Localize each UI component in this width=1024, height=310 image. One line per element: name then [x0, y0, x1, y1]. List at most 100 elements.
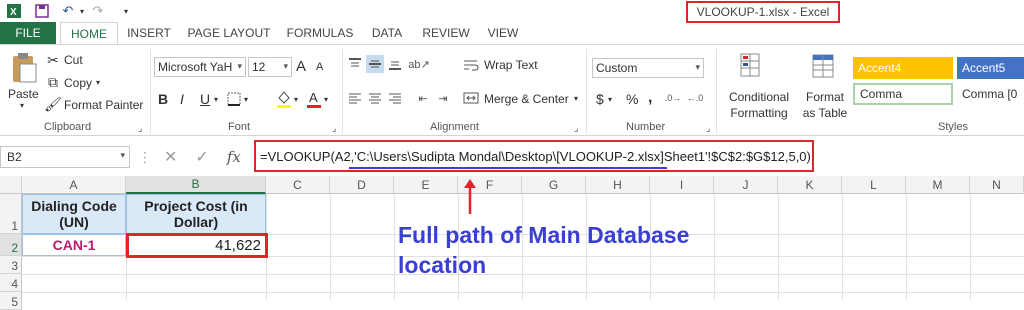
- merge-dropdown-icon[interactable]: ▾: [574, 94, 578, 103]
- wrap-text-button[interactable]: Wrap Text: [484, 58, 538, 72]
- cell-a2[interactable]: CAN-1: [22, 234, 126, 256]
- font-launcher-icon[interactable]: ⌟: [332, 123, 336, 134]
- insert-function-icon[interactable]: fx: [227, 148, 241, 166]
- column-header-d[interactable]: D: [330, 176, 394, 194]
- tab-view[interactable]: VIEW: [482, 22, 524, 44]
- align-top-icon[interactable]: [346, 55, 364, 73]
- wrap-text-icon[interactable]: [462, 57, 480, 73]
- column-header-l[interactable]: L: [842, 176, 906, 194]
- column-header-j[interactable]: J: [714, 176, 778, 194]
- column-header-h[interactable]: H: [586, 176, 650, 194]
- enter-icon[interactable]: ✓: [195, 147, 208, 167]
- font-name-select[interactable]: Microsoft YaH ▾: [154, 57, 246, 77]
- cut-button[interactable]: Cut: [64, 53, 83, 67]
- currency-button[interactable]: $: [596, 91, 604, 107]
- column-header-c[interactable]: C: [266, 176, 330, 194]
- style-comma[interactable]: Comma: [853, 83, 953, 105]
- column-header-k[interactable]: K: [778, 176, 842, 194]
- column-header-n[interactable]: N: [970, 176, 1024, 194]
- currency-dropdown-icon[interactable]: ▾: [608, 95, 612, 104]
- row-header-5[interactable]: 5: [0, 292, 22, 310]
- underline-button[interactable]: U: [200, 91, 210, 107]
- align-middle-icon[interactable]: [366, 55, 384, 73]
- cell-b2-selected[interactable]: 41,622: [126, 233, 268, 258]
- row-header-2[interactable]: 2: [0, 234, 22, 256]
- alignment-launcher-icon[interactable]: ⌟: [574, 123, 578, 134]
- tab-review[interactable]: REVIEW: [418, 22, 474, 44]
- column-header-e[interactable]: E: [394, 176, 458, 194]
- name-box[interactable]: B2 ▾: [0, 146, 130, 168]
- borders-dropdown-icon[interactable]: ▾: [244, 95, 248, 104]
- increase-indent-icon[interactable]: ⇥: [434, 89, 452, 107]
- clipboard-launcher-icon[interactable]: ⌟: [138, 123, 142, 134]
- number-launcher-icon[interactable]: ⌟: [706, 123, 710, 134]
- font-color-dropdown-icon[interactable]: ▾: [324, 95, 328, 104]
- number-format-select[interactable]: Custom ▾: [592, 58, 704, 78]
- decrease-decimal-icon[interactable]: ←.0: [686, 89, 704, 107]
- align-right-icon[interactable]: [386, 89, 404, 107]
- style-accent5[interactable]: Accent5: [957, 57, 1024, 79]
- font-color-icon[interactable]: A: [306, 89, 322, 109]
- percent-button[interactable]: %: [626, 91, 638, 107]
- paste-icon[interactable]: [6, 51, 40, 85]
- tab-insert[interactable]: INSERT: [124, 22, 174, 44]
- column-header-i[interactable]: I: [650, 176, 714, 194]
- grow-font-button[interactable]: A: [296, 58, 306, 75]
- align-left-icon[interactable]: [346, 89, 364, 107]
- conditional-formatting-button[interactable]: Conditional Formatting: [722, 89, 796, 121]
- ribbon: Paste ▾ ✂ Cut ⧉ Copy ▾ 🖌 Format Painter …: [0, 44, 1024, 136]
- column-header-a[interactable]: A: [22, 176, 126, 194]
- shrink-font-button[interactable]: A: [316, 61, 323, 73]
- column-header-b[interactable]: B: [126, 176, 266, 194]
- tab-page-layout[interactable]: PAGE LAYOUT: [184, 22, 274, 44]
- tab-formulas[interactable]: FORMULAS: [284, 22, 356, 44]
- select-all-corner[interactable]: [0, 176, 22, 194]
- align-bottom-icon[interactable]: [386, 55, 404, 73]
- bold-button[interactable]: B: [158, 91, 168, 107]
- style-comma-0[interactable]: Comma [0: [957, 83, 1024, 105]
- borders-icon[interactable]: [226, 91, 242, 107]
- format-painter-icon[interactable]: 🖌: [44, 96, 62, 112]
- worksheet-grid: A B C D E F G H I J K L M N 1 2 3 4 5 Di…: [0, 176, 1024, 310]
- paste-dropdown-icon[interactable]: ▾: [20, 101, 24, 110]
- paste-button[interactable]: Paste: [8, 87, 39, 101]
- format-as-table-icon[interactable]: [810, 51, 836, 81]
- copy-icon[interactable]: ⧉: [46, 74, 60, 90]
- italic-button[interactable]: I: [180, 91, 184, 107]
- font-size-select[interactable]: 12 ▾: [248, 57, 292, 77]
- formula-input[interactable]: =VLOOKUP(A2,'C:\Users\Sudipta Mondal\Des…: [254, 140, 814, 172]
- fill-color-dropdown-icon[interactable]: ▾: [294, 95, 298, 104]
- format-as-table-button[interactable]: Format as Table: [800, 89, 850, 121]
- style-accent4[interactable]: Accent4: [853, 57, 953, 79]
- tab-home[interactable]: HOME: [60, 22, 118, 45]
- redo-icon[interactable]: ↷: [90, 3, 106, 19]
- undo-dropdown-icon[interactable]: ▾: [74, 3, 90, 19]
- cut-icon[interactable]: ✂: [46, 52, 60, 68]
- row-header-3[interactable]: 3: [0, 256, 22, 274]
- comma-style-button[interactable]: ,: [648, 89, 652, 107]
- merge-center-icon[interactable]: [462, 89, 480, 107]
- copy-dropdown-icon[interactable]: ▾: [96, 78, 100, 87]
- decrease-indent-icon[interactable]: ⇤: [414, 89, 432, 107]
- column-header-g[interactable]: G: [522, 176, 586, 194]
- column-header-m[interactable]: M: [906, 176, 970, 194]
- cell-a1[interactable]: Dialing Code (UN): [22, 194, 126, 234]
- save-icon[interactable]: [34, 3, 50, 19]
- underline-dropdown-icon[interactable]: ▾: [214, 95, 218, 104]
- fill-color-icon[interactable]: [276, 89, 292, 109]
- format-painter-button[interactable]: Format Painter: [64, 98, 143, 112]
- row-header-4[interactable]: 4: [0, 274, 22, 292]
- tab-data[interactable]: DATA: [366, 22, 408, 44]
- cancel-icon[interactable]: ✕: [164, 147, 177, 167]
- align-center-icon[interactable]: [366, 89, 384, 107]
- chevron-down-icon: ▾: [695, 62, 700, 72]
- increase-decimal-icon[interactable]: .0→: [664, 89, 682, 107]
- tab-file[interactable]: FILE: [0, 22, 56, 44]
- orientation-icon[interactable]: ab↗: [408, 55, 429, 73]
- conditional-formatting-icon[interactable]: [738, 51, 764, 81]
- row-header-1[interactable]: 1: [0, 194, 22, 234]
- copy-button[interactable]: Copy: [64, 76, 92, 90]
- qat-customize-icon[interactable]: ▾: [118, 3, 134, 19]
- cell-b1[interactable]: Project Cost (in Dollar): [126, 194, 266, 234]
- merge-center-button[interactable]: Merge & Center: [484, 92, 569, 106]
